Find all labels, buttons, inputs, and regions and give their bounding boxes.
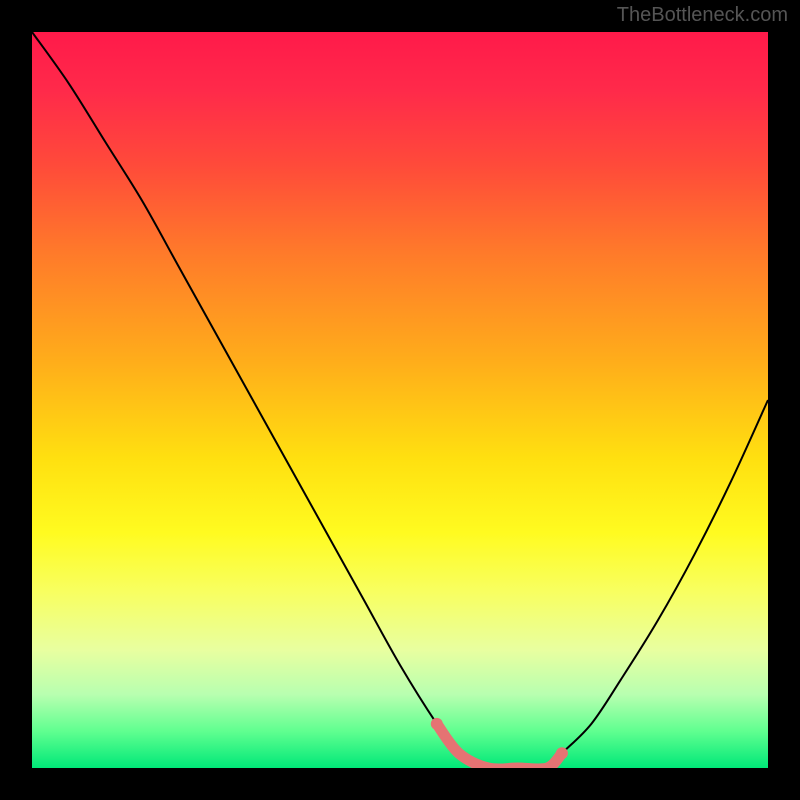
chart-plot-area xyxy=(32,32,768,768)
bottleneck-curve xyxy=(32,32,768,768)
watermark-text: TheBottleneck.com xyxy=(617,4,788,27)
marker-band xyxy=(437,724,562,768)
chart-svg xyxy=(32,32,768,768)
marker-dot-left xyxy=(431,718,443,730)
marker-dot-right xyxy=(556,747,568,759)
